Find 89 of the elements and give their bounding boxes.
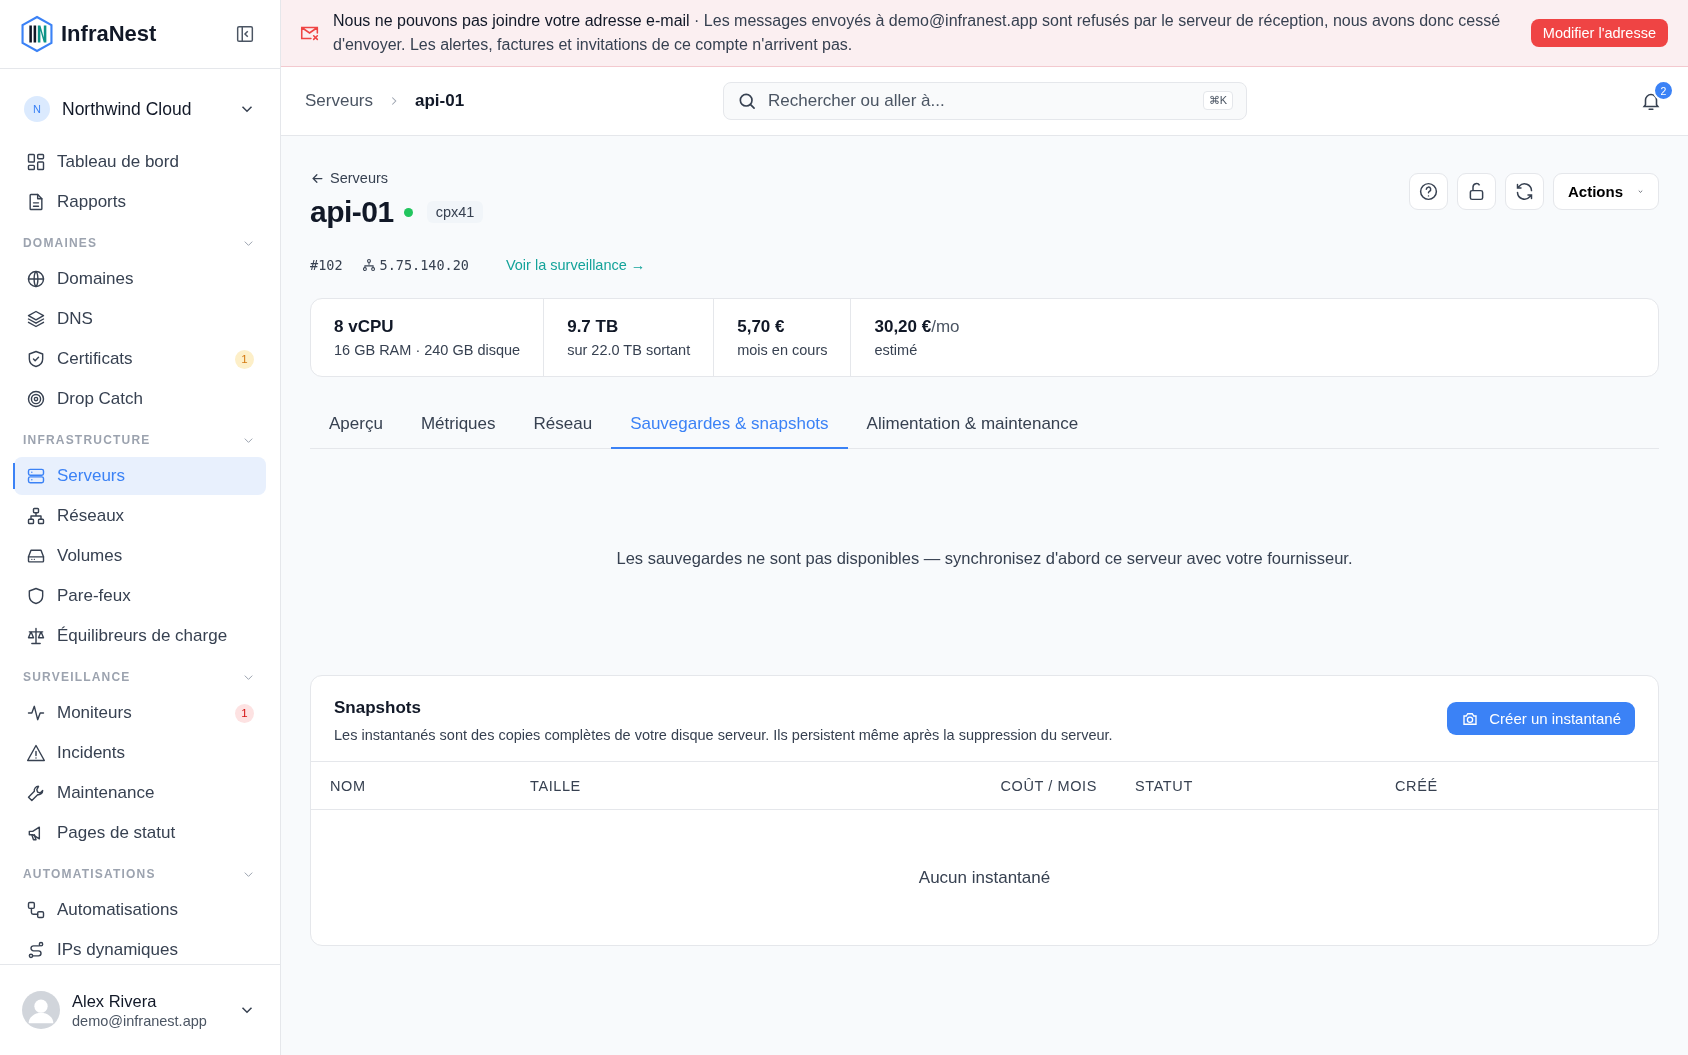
help-icon xyxy=(1418,181,1439,202)
create-snapshot-button[interactable]: Créer un instantané xyxy=(1447,702,1635,735)
shortcut-hint: ⌘K xyxy=(1202,91,1233,110)
stat-label: sur 22.0 TB sortant xyxy=(567,342,691,358)
section-heading: DOMAINES xyxy=(23,236,98,250)
shield-check-icon xyxy=(26,349,46,369)
refresh-button[interactable] xyxy=(1505,173,1544,210)
workspace-switcher[interactable]: N Northwind Cloud xyxy=(14,87,266,131)
stat-value: 9.7 TB xyxy=(567,317,620,337)
nav-item[interactable]: Réseaux xyxy=(14,497,266,535)
column-header: TAILLE xyxy=(530,777,582,794)
stat-value: 5,70 € xyxy=(737,317,786,337)
target-icon xyxy=(26,389,46,409)
back-link[interactable]: Serveurs xyxy=(310,170,646,186)
notification-badge: 2 xyxy=(1653,80,1674,101)
drive-icon xyxy=(26,546,46,566)
section-heading: AUTOMATISATIONS xyxy=(23,867,156,881)
collapse-sidebar-icon[interactable] xyxy=(234,23,256,45)
actions-button[interactable]: Actions xyxy=(1553,173,1659,210)
alert-message: Nous ne pouvons pas joindre votre adresse e-mail · Les messages envoyés à demo@infranest.app sont refusés par le serveur de réception, nous avons donc cessé d'envoyer. Les alertes, factures et invitations de ce compte n'arrivent pas. xyxy=(333,11,1502,55)
breadcrumb-current: api-01 xyxy=(415,91,465,111)
tab[interactable]: Alimentation & maintenance xyxy=(847,401,1098,449)
search-icon xyxy=(737,91,757,111)
nav-item[interactable]: Drop Catch xyxy=(14,380,266,418)
wrench-icon xyxy=(26,783,46,803)
tab[interactable]: Sauvegardes & snapshots xyxy=(611,401,848,449)
logo-icon xyxy=(20,15,54,53)
stat-value: 30,20 €/mo xyxy=(874,317,960,337)
nav-item[interactable]: Rapports xyxy=(14,183,266,221)
nav-item[interactable]: Pages de statut xyxy=(14,814,266,852)
server-icon xyxy=(26,466,46,486)
user-email: demo@infranest.app xyxy=(72,1012,208,1029)
card-title: Snapshots xyxy=(334,698,422,718)
network-icon xyxy=(361,258,376,272)
column-header: CRÉÉ xyxy=(1395,777,1439,794)
pulse-icon xyxy=(26,703,46,723)
section-heading: SURVEILLANCE xyxy=(23,670,131,684)
network-icon xyxy=(26,506,46,526)
server-id: #102 xyxy=(310,257,343,273)
change-address-button[interactable]: Modifier l'adresse xyxy=(1530,19,1668,47)
tab[interactable]: Aperçu xyxy=(310,401,402,449)
nav-item[interactable]: Volumes xyxy=(14,537,266,575)
nav-item[interactable]: Incidents xyxy=(14,734,266,772)
user-name: Alex Rivera xyxy=(72,991,158,1011)
document-icon xyxy=(26,192,46,212)
grid-icon xyxy=(26,152,46,172)
nav-item[interactable]: Domaines xyxy=(14,260,266,298)
nav-item[interactable]: Certificats 1 xyxy=(14,340,266,378)
nav-item[interactable]: Tableau de bord xyxy=(14,143,266,181)
shield-icon xyxy=(26,586,46,606)
nav-item[interactable]: Moniteurs 1 xyxy=(14,694,266,732)
nav-item[interactable]: Maintenance xyxy=(14,774,266,812)
nav-item[interactable]: Pare-feux xyxy=(14,577,266,615)
workflow-icon xyxy=(26,900,46,920)
app-name: InfraNest xyxy=(61,21,158,47)
tab[interactable]: Réseau xyxy=(514,401,612,449)
plan-tag: cpx41 xyxy=(426,201,484,223)
warning-icon xyxy=(26,743,46,763)
avatar-icon xyxy=(22,991,60,1029)
server-name: api-01 xyxy=(310,195,394,229)
stat-label: 16 GB RAM · 240 GB disque xyxy=(334,342,521,358)
route-icon xyxy=(26,940,46,960)
stat-value: 8 vCPU xyxy=(334,317,395,337)
empty-state: Aucun instantané xyxy=(918,867,1051,888)
ip-address: 5.75.140.20 xyxy=(379,257,469,273)
card-description: Les instantanés sont des copies complètes de votre disque serveur. Ils persistent même après la suppression du serveur. xyxy=(334,727,1113,743)
breadcrumb-link[interactable]: Serveurs xyxy=(305,91,374,111)
section-heading: INFRASTRUCTURE xyxy=(23,433,151,447)
stat-label: mois en cours xyxy=(737,342,828,358)
backups-message: Les sauvegardes ne sont pas disponibles — synchronisez d'abord ce serveur avec votre fournisseur. xyxy=(615,549,1354,569)
user-menu[interactable]: Alex Rivera demo@infranest.app xyxy=(0,964,280,1055)
layers-icon xyxy=(26,309,46,329)
nav-item[interactable]: Équilibreurs de charge xyxy=(14,617,266,655)
tab[interactable]: Métriques xyxy=(401,401,515,449)
stat-label: estimé xyxy=(874,342,919,358)
nav-item[interactable]: IPs dynamiques xyxy=(14,931,266,964)
count-badge: 1 xyxy=(235,703,254,723)
column-header: STATUT xyxy=(1134,777,1194,794)
help-button[interactable] xyxy=(1409,173,1448,210)
column-header: COÛT / MOIS xyxy=(999,777,1097,794)
refresh-icon xyxy=(1514,181,1535,202)
nav-item[interactable]: Automatisations xyxy=(14,891,266,929)
globe-icon xyxy=(26,269,46,289)
count-badge: 1 xyxy=(235,349,254,369)
column-header: NOM xyxy=(330,777,367,794)
nav-item[interactable]: DNS xyxy=(14,300,266,338)
scale-icon xyxy=(26,626,46,646)
workspace-avatar: N xyxy=(24,96,50,122)
lock-button[interactable] xyxy=(1457,173,1496,210)
